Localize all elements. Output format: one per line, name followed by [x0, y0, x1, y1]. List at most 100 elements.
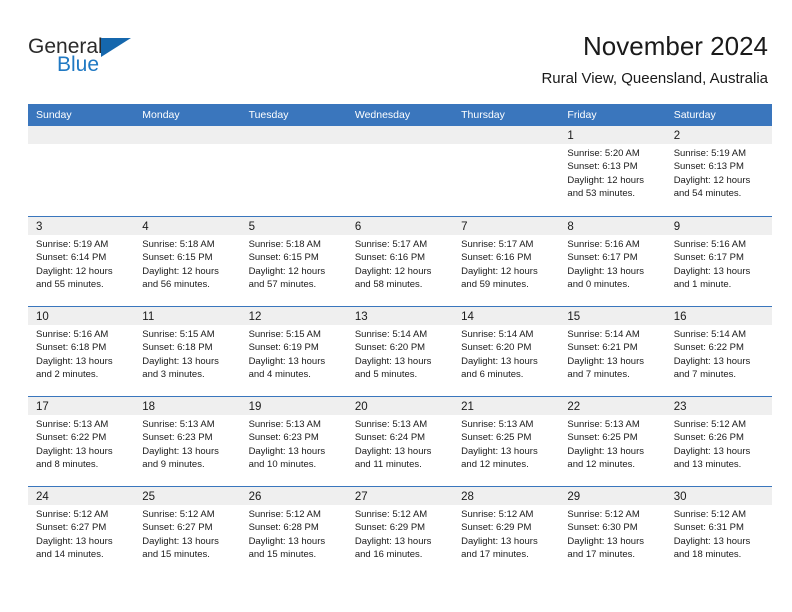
calendar-page: General Blue November 2024 Rural View, Q… — [0, 0, 792, 612]
day-number-band — [240, 126, 347, 144]
day-details: Sunrise: 5:18 AM Sunset: 6:15 PM Daylight:… — [134, 235, 240, 292]
calendar-day-cell[interactable]: 2 Sunrise: 5:19 AM Sunset: 6:13 PM Daylight… — [665, 126, 772, 216]
daylight-duration-line2: and 7 minutes. — [567, 369, 630, 381]
calendar-day-cell[interactable]: 18 Sunrise: 5:13 AM Sunset: 6:23 PM Dayligh… — [134, 397, 241, 486]
sunrise-time: Sunrise: 5:13 AM — [36, 419, 109, 430]
day-number-band: 19 — [240, 397, 347, 415]
day-details: Sunrise: 5:12 AM Sunset: 6:27 PM Daylight:… — [134, 505, 240, 562]
sunset-time: Sunset: 6:30 PM — [567, 522, 638, 534]
sunrise-time: Sunrise: 5:16 AM — [673, 239, 747, 250]
daylight-duration-line1: Daylight: 13 hours — [248, 535, 326, 547]
sunrise-time: Sunrise: 5:12 AM — [567, 509, 640, 520]
daylight-duration-line1: Daylight: 13 hours — [567, 445, 644, 457]
daylight-duration-line2: and 18 minutes. — [673, 549, 742, 561]
day-number-band — [453, 126, 560, 144]
day-details: Sunrise: 5:12 AM Sunset: 6:29 PM Daylight:… — [347, 505, 453, 562]
daylight-duration-line1: Daylight: 12 hours — [673, 174, 751, 186]
daylight-duration-line2: and 11 minutes. — [354, 459, 422, 471]
calendar-day-cell[interactable]: 24 Sunrise: 5:12 AM Sunset: 6:27 PM Dayligh… — [28, 487, 135, 576]
day-number-band: 12 — [240, 307, 347, 325]
day-details: Sunrise: 5:14 AM Sunset: 6:20 PM Daylight:… — [347, 325, 453, 382]
calendar-day-cell[interactable]: 16 Sunrise: 5:14 AM Sunset: 6:22 PM Dayligh… — [665, 307, 772, 396]
calendar-day-cell[interactable]: 10 Sunrise: 5:16 AM Sunset: 6:18 PM Dayligh… — [28, 307, 135, 396]
day-number: 26 — [248, 491, 262, 503]
day-number: 20 — [354, 401, 368, 413]
calendar-grid: Sunday Monday Tuesday Wednesday Thursday… — [28, 104, 772, 576]
calendar-day-cell[interactable]: 23 Sunrise: 5:12 AM Sunset: 6:26 PM Dayligh… — [665, 397, 772, 486]
sunset-time: Sunset: 6:24 PM — [354, 432, 426, 444]
daylight-duration-line2: and 14 minutes. — [36, 549, 104, 561]
sunset-time: Sunset: 6:23 PM — [142, 432, 213, 444]
logo-triangle-icon — [101, 38, 131, 57]
sunrise-time: Sunrise: 5:12 AM — [142, 509, 215, 520]
calendar-day-cell[interactable]: 9 Sunrise: 5:16 AM Sunset: 6:17 PM Daylight… — [665, 217, 772, 306]
calendar-day-cell[interactable]: 29 Sunrise: 5:12 AM Sunset: 6:30 PM Dayligh… — [559, 487, 666, 576]
sunset-time: Sunset: 6:15 PM — [248, 252, 319, 264]
sunset-time: Sunset: 6:13 PM — [673, 161, 744, 173]
calendar-day-cell[interactable]: 3 Sunrise: 5:19 AM Sunset: 6:14 PM Daylight… — [28, 217, 135, 306]
sunset-time: Sunset: 6:14 PM — [36, 252, 107, 264]
calendar-week-row: 3 Sunrise: 5:19 AM Sunset: 6:14 PM Daylight… — [28, 216, 772, 306]
daylight-duration-line2: and 1 minute. — [673, 279, 732, 291]
calendar-day-cell[interactable]: 26 Sunrise: 5:12 AM Sunset: 6:28 PM Dayligh… — [240, 487, 347, 576]
day-number: 6 — [354, 221, 362, 233]
day-number-band: 21 — [453, 397, 560, 415]
daylight-duration-line1: Daylight: 13 hours — [354, 355, 432, 367]
day-details: Sunrise: 5:15 AM Sunset: 6:19 PM Daylight:… — [241, 325, 347, 382]
day-number: 11 — [142, 311, 155, 323]
day-details: Sunrise: 5:12 AM Sunset: 6:26 PM Daylight:… — [666, 415, 772, 472]
day-details: Sunrise: 5:16 AM Sunset: 6:17 PM Daylight:… — [666, 235, 772, 292]
sunrise-time: Sunrise: 5:13 AM — [142, 419, 215, 430]
day-number: 2 — [673, 130, 681, 142]
daylight-duration-line1: Daylight: 13 hours — [248, 355, 326, 367]
title-block: November 2024 Rural View, Queensland, Au… — [541, 30, 768, 90]
sunrise-time: Sunrise: 5:12 AM — [248, 509, 321, 520]
weekday-header-sunday: Sunday — [36, 109, 72, 121]
calendar-day-cell[interactable]: 20 Sunrise: 5:13 AM Sunset: 6:24 PM Dayligh… — [346, 397, 454, 486]
daylight-duration-line1: Daylight: 12 hours — [354, 265, 432, 277]
day-number: 3 — [36, 221, 43, 233]
day-number-band: 3 — [28, 217, 135, 235]
sunset-time: Sunset: 6:22 PM — [36, 432, 107, 444]
calendar-day-cell[interactable]: 19 Sunrise: 5:13 AM Sunset: 6:23 PM Dayligh… — [240, 397, 347, 486]
calendar-day-cell[interactable]: 11 Sunrise: 5:15 AM Sunset: 6:18 PM Dayligh… — [134, 307, 241, 396]
calendar-day-cell[interactable]: 25 Sunrise: 5:12 AM Sunset: 6:27 PM Dayligh… — [134, 487, 241, 576]
sunset-time: Sunset: 6:29 PM — [461, 522, 532, 534]
daylight-duration-line2: and 4 minutes. — [248, 369, 311, 381]
day-number-band: 30 — [665, 487, 772, 505]
day-number: 23 — [673, 401, 687, 413]
day-number: 4 — [142, 221, 149, 233]
calendar-day-cell-empty — [28, 126, 135, 216]
calendar-day-cell[interactable]: 7 Sunrise: 5:17 AM Sunset: 6:16 PM Daylight… — [453, 217, 560, 306]
calendar-day-cell[interactable]: 17 Sunrise: 5:13 AM Sunset: 6:22 PM Dayligh… — [28, 397, 135, 486]
weekday-header-saturday: Saturday — [673, 109, 716, 121]
calendar-day-cell[interactable]: 30 Sunrise: 5:12 AM Sunset: 6:31 PM Dayligh… — [665, 487, 772, 576]
calendar-week-row: 10 Sunrise: 5:16 AM Sunset: 6:18 PM Dayligh… — [28, 306, 772, 396]
calendar-day-cell[interactable]: 5 Sunrise: 5:18 AM Sunset: 6:15 PM Daylight… — [240, 217, 347, 306]
calendar-day-cell[interactable]: 4 Sunrise: 5:18 AM Sunset: 6:15 PM Daylight… — [134, 217, 241, 306]
calendar-day-cell[interactable]: 12 Sunrise: 5:15 AM Sunset: 6:19 PM Dayligh… — [240, 307, 347, 396]
calendar-day-cell[interactable]: 27 Sunrise: 5:12 AM Sunset: 6:29 PM Dayligh… — [346, 487, 454, 576]
calendar-day-cell[interactable]: 1 Sunrise: 5:20 AM Sunset: 6:13 PM Daylight… — [559, 126, 666, 216]
calendar-day-cell[interactable]: 28 Sunrise: 5:12 AM Sunset: 6:29 PM Dayligh… — [453, 487, 560, 576]
calendar-day-cell[interactable]: 15 Sunrise: 5:14 AM Sunset: 6:21 PM Dayligh… — [559, 307, 666, 396]
calendar-day-cell[interactable]: 22 Sunrise: 5:13 AM Sunset: 6:25 PM Dayligh… — [559, 397, 666, 486]
logo-text-blue: Blue — [57, 53, 100, 76]
day-number-band: 23 — [665, 397, 772, 415]
day-number-band: 26 — [240, 487, 347, 505]
calendar-day-cell[interactable]: 6 Sunrise: 5:17 AM Sunset: 6:16 PM Daylight… — [346, 217, 454, 306]
day-number-band: 11 — [134, 307, 241, 325]
general-blue-logo[interactable]: General Blue — [28, 36, 158, 86]
daylight-duration-line1: Daylight: 12 hours — [142, 265, 219, 277]
sunset-time: Sunset: 6:27 PM — [142, 522, 213, 534]
sunrise-time: Sunrise: 5:19 AM — [673, 148, 747, 159]
daylight-duration-line2: and 3 minutes. — [142, 369, 205, 381]
daylight-duration-line1: Daylight: 13 hours — [673, 535, 751, 547]
sunset-time: Sunset: 6:17 PM — [567, 252, 638, 264]
sunset-time: Sunset: 6:28 PM — [248, 522, 319, 534]
calendar-day-cell[interactable]: 13 Sunrise: 5:14 AM Sunset: 6:20 PM Dayligh… — [346, 307, 454, 396]
calendar-day-cell[interactable]: 8 Sunrise: 5:16 AM Sunset: 6:17 PM Daylight… — [559, 217, 666, 306]
calendar-day-cell[interactable]: 14 Sunrise: 5:14 AM Sunset: 6:20 PM Dayligh… — [453, 307, 560, 396]
daylight-duration-line2: and 53 minutes. — [567, 188, 636, 200]
calendar-day-cell[interactable]: 21 Sunrise: 5:13 AM Sunset: 6:25 PM Dayligh… — [453, 397, 560, 486]
